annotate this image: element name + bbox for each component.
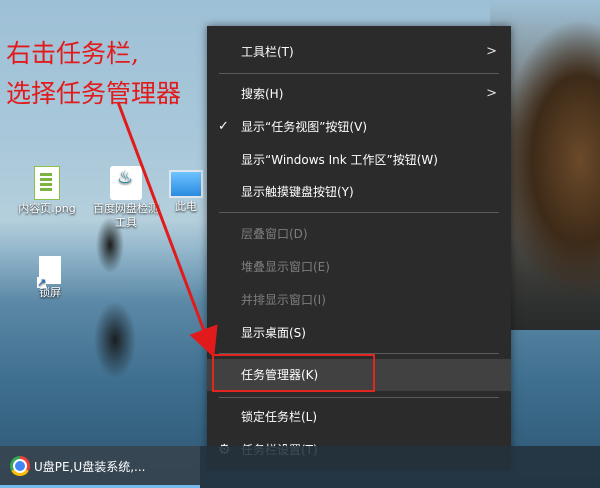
taskbar-item-label: U盘PE,U盘装系统,... <box>34 460 146 474</box>
taskbar-item-browser[interactable]: U盘PE,U盘装系统,... <box>0 446 200 488</box>
annotation-arrow <box>116 101 218 358</box>
chrome-icon <box>10 456 30 476</box>
taskbar[interactable]: U盘PE,U盘装系统,... <box>0 446 600 488</box>
